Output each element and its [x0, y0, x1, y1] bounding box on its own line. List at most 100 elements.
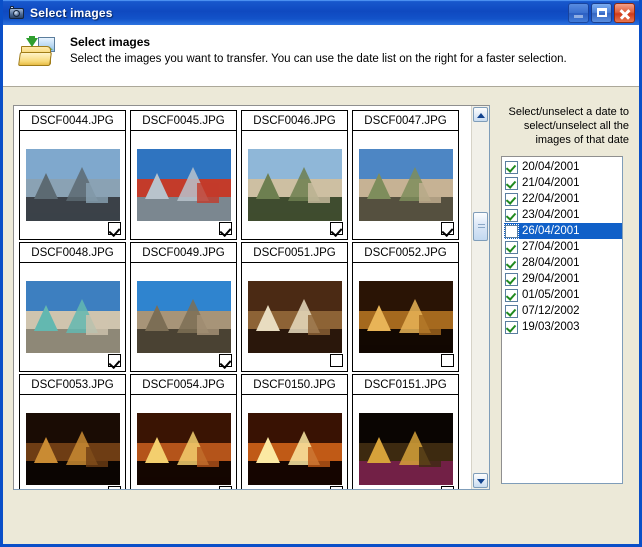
thumbnail-image-box[interactable] — [352, 394, 459, 489]
thumbnail-checkbox[interactable] — [108, 486, 121, 489]
thumbnail-filename: DSCF0054.JPG — [130, 374, 237, 394]
thumbnail-checkbox[interactable] — [108, 222, 121, 235]
thumbnail-filename: DSCF0045.JPG — [130, 110, 237, 130]
date-checkbox[interactable] — [505, 257, 518, 270]
date-checkbox[interactable] — [505, 209, 518, 222]
date-label: 23/04/2001 — [522, 208, 580, 223]
date-checkbox[interactable] — [505, 305, 518, 318]
date-label: 26/04/2001 — [522, 224, 580, 239]
maximize-button[interactable] — [591, 3, 612, 23]
date-list-item[interactable]: 20/04/2001 — [504, 159, 622, 175]
thumbnail-scrollbar[interactable] — [471, 106, 489, 489]
thumbnail-image-box[interactable] — [352, 130, 459, 240]
thumbnail-image-box[interactable] — [241, 130, 348, 240]
thumbnail-filename: DSCF0150.JPG — [241, 374, 348, 394]
date-list-item[interactable]: 28/04/2001 — [504, 255, 622, 271]
thumbnail-cell[interactable]: DSCF0048.JPG — [19, 240, 126, 372]
camera-icon — [8, 5, 25, 20]
thumbnail-cell[interactable]: DSCF0053.JPG — [19, 372, 126, 489]
thumbnail-checkbox[interactable] — [219, 354, 232, 367]
thumbnail-cell[interactable]: DSCF0051.JPG — [241, 240, 348, 372]
thumbnail-filename: DSCF0051.JPG — [241, 242, 348, 262]
thumbnail-image-box[interactable] — [241, 262, 348, 372]
thumbnail-checkbox[interactable] — [330, 486, 343, 489]
date-list-item[interactable]: 22/04/2001 — [504, 191, 622, 207]
folder-import-images-icon — [19, 36, 59, 70]
date-list-item[interactable]: 19/03/2003 — [504, 319, 622, 335]
scrollbar-thumb[interactable] — [473, 212, 488, 241]
date-label: 22/04/2001 — [522, 192, 580, 207]
thumbnail-cell[interactable]: DSCF0046.JPG — [241, 108, 348, 240]
thumbnail-filename: DSCF0047.JPG — [352, 110, 459, 130]
thumbnail-checkbox[interactable] — [441, 354, 454, 367]
date-checkbox[interactable] — [505, 225, 518, 238]
thumbnail-image-box[interactable] — [19, 262, 126, 372]
date-checkbox[interactable] — [505, 177, 518, 190]
select-images-dialog: Select images Select images Select the i… — [0, 0, 642, 547]
date-list-item[interactable]: 23/04/2001 — [504, 207, 622, 223]
thumbnail-checkbox[interactable] — [108, 354, 121, 367]
thumbnail-checkbox[interactable] — [219, 222, 232, 235]
date-list-item[interactable]: 07/12/2002 — [504, 303, 622, 319]
thumbnail-image-box[interactable] — [352, 262, 459, 372]
date-label: 21/04/2001 — [522, 176, 580, 191]
date-list-item[interactable]: 26/04/2001 — [504, 223, 622, 239]
date-label: 27/04/2001 — [522, 240, 580, 255]
thumbnail-filename: DSCF0151.JPG — [352, 374, 459, 394]
thumbnail-cell[interactable]: DSCF0047.JPG — [352, 108, 459, 240]
date-label: 28/04/2001 — [522, 256, 580, 271]
date-label: 01/05/2001 — [522, 288, 580, 303]
dialog-header: Select images Select the images you want… — [3, 25, 639, 87]
date-list-item[interactable]: 01/05/2001 — [504, 287, 622, 303]
thumbnail-scroll-area[interactable]: DSCF0044.JPGDSCF0045.JPGDSCF0046.JPGDSCF… — [14, 106, 472, 489]
scroll-down-icon[interactable] — [473, 473, 488, 488]
date-checkbox[interactable] — [505, 289, 518, 302]
scroll-up-icon[interactable] — [473, 107, 488, 122]
thumbnail-filename: DSCF0052.JPG — [352, 242, 459, 262]
thumbnail-cell[interactable]: DSCF0052.JPG — [352, 240, 459, 372]
thumbnail-cell[interactable]: DSCF0151.JPG — [352, 372, 459, 489]
date-panel: Select/unselect a date to select/unselec… — [501, 105, 631, 484]
thumbnail-cell[interactable]: DSCF0049.JPG — [130, 240, 237, 372]
date-checkbox[interactable] — [505, 193, 518, 206]
thumbnail-cell[interactable]: DSCF0150.JPG — [241, 372, 348, 489]
date-checkbox[interactable] — [505, 241, 518, 254]
thumbnail-checkbox[interactable] — [441, 222, 454, 235]
thumbnail-image-box[interactable] — [19, 130, 126, 240]
date-label: 07/12/2002 — [522, 304, 580, 319]
thumbnail-cell[interactable]: DSCF0054.JPG — [130, 372, 237, 489]
thumbnail-image-box[interactable] — [241, 394, 348, 489]
thumbnail-grid: DSCF0044.JPGDSCF0045.JPGDSCF0046.JPGDSCF… — [14, 106, 471, 489]
thumbnail-cell[interactable]: DSCF0045.JPG — [130, 108, 237, 240]
date-listbox[interactable]: 20/04/200121/04/200122/04/200123/04/2001… — [501, 156, 623, 484]
thumbnail-checkbox[interactable] — [330, 222, 343, 235]
thumbnail-filename: DSCF0046.JPG — [241, 110, 348, 130]
date-list-item[interactable]: 29/04/2001 — [504, 271, 622, 287]
date-checkbox[interactable] — [505, 273, 518, 286]
date-checkbox[interactable] — [505, 161, 518, 174]
date-panel-hint: Select/unselect a date to select/unselec… — [501, 105, 629, 147]
thumbnail-image-box[interactable] — [130, 130, 237, 240]
window-controls — [568, 3, 637, 23]
thumbnail-filename: DSCF0049.JPG — [130, 242, 237, 262]
date-label: 20/04/2001 — [522, 160, 580, 175]
close-button[interactable] — [614, 3, 635, 23]
thumbnail-panel: DSCF0044.JPGDSCF0045.JPGDSCF0046.JPGDSCF… — [13, 105, 490, 490]
date-checkbox[interactable] — [505, 321, 518, 334]
thumbnail-checkbox[interactable] — [219, 486, 232, 489]
thumbnail-image-box[interactable] — [19, 394, 126, 489]
minimize-button[interactable] — [568, 3, 589, 23]
thumbnail-checkbox[interactable] — [330, 354, 343, 367]
thumbnail-image-box[interactable] — [130, 262, 237, 372]
thumbnail-cell[interactable]: DSCF0044.JPG — [19, 108, 126, 240]
thumbnail-filename: DSCF0053.JPG — [19, 374, 126, 394]
thumbnail-checkbox[interactable] — [441, 486, 454, 489]
thumbnail-image-box[interactable] — [130, 394, 237, 489]
header-title: Select images — [70, 35, 567, 50]
date-list-item[interactable]: 27/04/2001 — [504, 239, 622, 255]
thumbnail-filename: DSCF0044.JPG — [19, 110, 126, 130]
window-title: Select images — [30, 6, 568, 20]
thumbnail-filename: DSCF0048.JPG — [19, 242, 126, 262]
title-bar: Select images — [3, 0, 639, 25]
date-list-item[interactable]: 21/04/2001 — [504, 175, 622, 191]
